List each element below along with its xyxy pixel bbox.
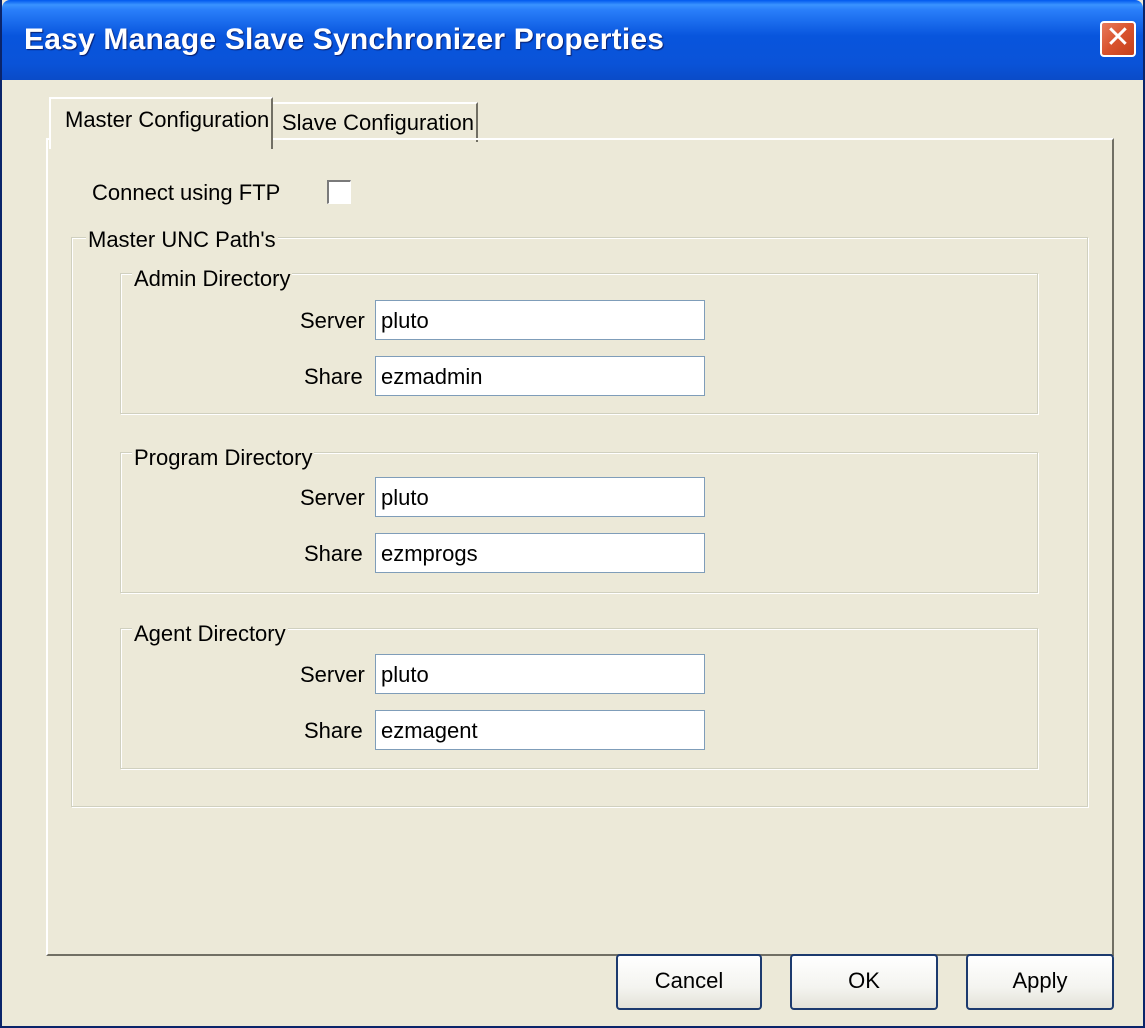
agent-server-label: Server [300,662,365,687]
title-bar[interactable]: Easy Manage Slave Synchronizer Propertie… [2,0,1143,80]
agent-share-input[interactable]: ezmagent [375,710,705,750]
window-title: Easy Manage Slave Synchronizer Propertie… [24,23,665,56]
connect-ftp-checkbox[interactable] [327,180,351,204]
program-share-input[interactable]: ezmprogs [375,533,705,573]
cancel-button[interactable]: Cancel [616,954,762,1010]
program-share-label: Share [304,541,363,566]
agent-share-label: Share [304,718,363,743]
ok-button[interactable]: OK [790,954,938,1010]
agent-server-input[interactable]: pluto [375,654,705,694]
agent-directory-caption: Agent Directory [132,621,288,647]
master-unc-caption: Master UNC Path's [86,227,278,253]
admin-share-input[interactable]: ezmadmin [375,356,705,396]
close-button[interactable]: ✕ [1100,21,1136,57]
program-directory-caption: Program Directory [132,445,315,471]
admin-server-input[interactable]: pluto [375,300,705,340]
tab-master-configuration[interactable]: Master Configuration [49,97,273,149]
tab-slave-configuration[interactable]: Slave Configuration [272,102,478,142]
close-icon: ✕ [1105,21,1131,54]
connect-ftp-label: Connect using FTP [92,180,281,205]
admin-share-label: Share [304,364,363,389]
tab-label: Master Configuration [65,107,270,132]
program-server-input[interactable]: pluto [375,477,705,517]
admin-server-label: Server [300,308,365,333]
program-server-label: Server [300,485,365,510]
properties-dialog: Easy Manage Slave Synchronizer Propertie… [0,0,1145,1028]
apply-button[interactable]: Apply [966,954,1114,1010]
admin-directory-caption: Admin Directory [132,266,293,292]
tab-label: Slave Configuration [282,110,475,135]
